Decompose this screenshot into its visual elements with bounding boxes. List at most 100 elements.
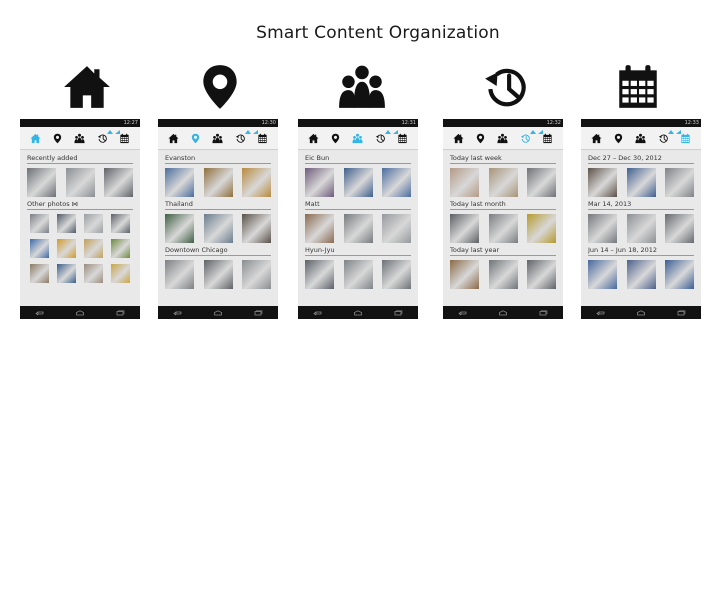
- tab-people[interactable]: [635, 132, 647, 144]
- photo-thumbnail[interactable]: [527, 260, 556, 289]
- photo-thumbnail[interactable]: [588, 168, 617, 197]
- photo-thumbnail[interactable]: [111, 214, 130, 233]
- thumbnail-row: [588, 260, 694, 289]
- status-time: 12:31: [401, 120, 416, 126]
- people-icon: [352, 133, 364, 144]
- photo-thumbnail[interactable]: [57, 264, 76, 283]
- photo-thumbnail[interactable]: [84, 214, 103, 233]
- photo-thumbnail[interactable]: [488, 214, 518, 243]
- tab-home[interactable]: [29, 132, 41, 144]
- photo-thumbnail[interactable]: [626, 214, 656, 243]
- home-nav-icon[interactable]: [498, 309, 508, 316]
- tab-people[interactable]: [352, 132, 364, 144]
- photo-thumbnail[interactable]: [450, 260, 479, 289]
- photo-thumbnail[interactable]: [665, 168, 694, 197]
- photo-thumbnail[interactable]: [488, 260, 518, 289]
- photo-thumbnail[interactable]: [84, 264, 103, 283]
- thumbnail-row: [588, 168, 694, 197]
- photo-thumbnail[interactable]: [343, 214, 373, 243]
- tab-map-pin[interactable]: [190, 132, 202, 144]
- photo-thumbnail[interactable]: [242, 168, 271, 197]
- tab-home[interactable]: [307, 132, 319, 144]
- recent-apps-icon[interactable]: [538, 310, 548, 316]
- photo-thumbnail[interactable]: [488, 168, 518, 197]
- back-icon[interactable]: [35, 310, 45, 316]
- photo-thumbnail[interactable]: [203, 168, 233, 197]
- photo-thumbnail[interactable]: [450, 168, 479, 197]
- thumbnail-row: [305, 214, 411, 243]
- phone-screen-history: 12:32 Today last week Today last month T…: [443, 119, 563, 319]
- photo-thumbnail[interactable]: [165, 168, 194, 197]
- tab-people[interactable]: [74, 132, 86, 144]
- recent-apps-icon[interactable]: [676, 310, 686, 316]
- recent-apps-icon[interactable]: [393, 310, 403, 316]
- recent-apps-icon[interactable]: [253, 310, 263, 316]
- photo-thumbnail[interactable]: [382, 168, 411, 197]
- photo-thumbnail[interactable]: [626, 168, 656, 197]
- photo-thumbnail[interactable]: [588, 260, 617, 289]
- photo-thumbnail[interactable]: [527, 168, 556, 197]
- photo-thumbnail[interactable]: [65, 168, 95, 197]
- back-icon[interactable]: [458, 310, 468, 316]
- tab-bar: [158, 127, 278, 150]
- photo-thumbnail[interactable]: [665, 260, 694, 289]
- section-label: Matt: [305, 200, 320, 208]
- section-divider: [27, 163, 133, 164]
- photo-thumbnail[interactable]: [343, 168, 373, 197]
- calendar-icon: [613, 64, 663, 110]
- photo-thumbnail[interactable]: [382, 260, 411, 289]
- recent-apps-icon[interactable]: [115, 310, 125, 316]
- back-icon[interactable]: [313, 310, 323, 316]
- photo-thumbnail[interactable]: [27, 168, 56, 197]
- tab-bar: [20, 127, 140, 150]
- photo-thumbnail[interactable]: [111, 264, 130, 283]
- photo-thumbnail[interactable]: [104, 168, 133, 197]
- tab-home[interactable]: [452, 132, 464, 144]
- photo-thumbnail[interactable]: [450, 214, 479, 243]
- photo-thumbnail[interactable]: [242, 214, 271, 243]
- tab-people[interactable]: [212, 132, 224, 144]
- photo-thumbnail[interactable]: [588, 214, 617, 243]
- photo-thumbnail[interactable]: [382, 214, 411, 243]
- home-nav-icon[interactable]: [75, 309, 85, 316]
- photo-thumbnail[interactable]: [57, 214, 76, 233]
- thumbnail-row: [27, 239, 133, 258]
- photo-thumbnail[interactable]: [305, 168, 334, 197]
- photo-thumbnail[interactable]: [626, 260, 656, 289]
- photo-thumbnail[interactable]: [343, 260, 373, 289]
- photo-thumbnail[interactable]: [30, 214, 49, 233]
- photo-thumbnail[interactable]: [527, 214, 556, 243]
- section-label: Dec 27 – Dec 30, 2012: [588, 154, 662, 162]
- back-icon[interactable]: [596, 310, 606, 316]
- status-bar: 12:33: [581, 119, 701, 134]
- home-nav-icon[interactable]: [636, 309, 646, 316]
- photo-thumbnail[interactable]: [165, 260, 194, 289]
- section-divider: [305, 255, 411, 256]
- photo-thumbnail[interactable]: [305, 260, 334, 289]
- home-nav-icon[interactable]: [353, 309, 363, 316]
- photo-thumbnail[interactable]: [30, 264, 49, 283]
- photo-thumbnail[interactable]: [305, 214, 334, 243]
- tab-people[interactable]: [497, 132, 509, 144]
- page-title: Smart Content Organization: [256, 23, 500, 43]
- tab-map-pin[interactable]: [52, 132, 64, 144]
- photo-thumbnail[interactable]: [203, 214, 233, 243]
- tab-home[interactable]: [590, 132, 602, 144]
- back-icon[interactable]: [173, 310, 183, 316]
- photo-thumbnail[interactable]: [203, 260, 233, 289]
- map-pin-icon: [475, 133, 486, 144]
- tab-map-pin[interactable]: [475, 132, 487, 144]
- photo-thumbnail[interactable]: [665, 214, 694, 243]
- photo-thumbnail[interactable]: [165, 214, 194, 243]
- tab-map-pin[interactable]: [330, 132, 342, 144]
- photo-thumbnail[interactable]: [30, 239, 49, 258]
- photo-thumbnail[interactable]: [57, 239, 76, 258]
- section-divider: [450, 209, 556, 210]
- photo-thumbnail[interactable]: [242, 260, 271, 289]
- tab-home[interactable]: [167, 132, 179, 144]
- photo-thumbnail[interactable]: [84, 239, 103, 258]
- tab-map-pin[interactable]: [613, 132, 625, 144]
- home-icon: [168, 133, 179, 144]
- home-nav-icon[interactable]: [213, 309, 223, 316]
- photo-thumbnail[interactable]: [111, 239, 130, 258]
